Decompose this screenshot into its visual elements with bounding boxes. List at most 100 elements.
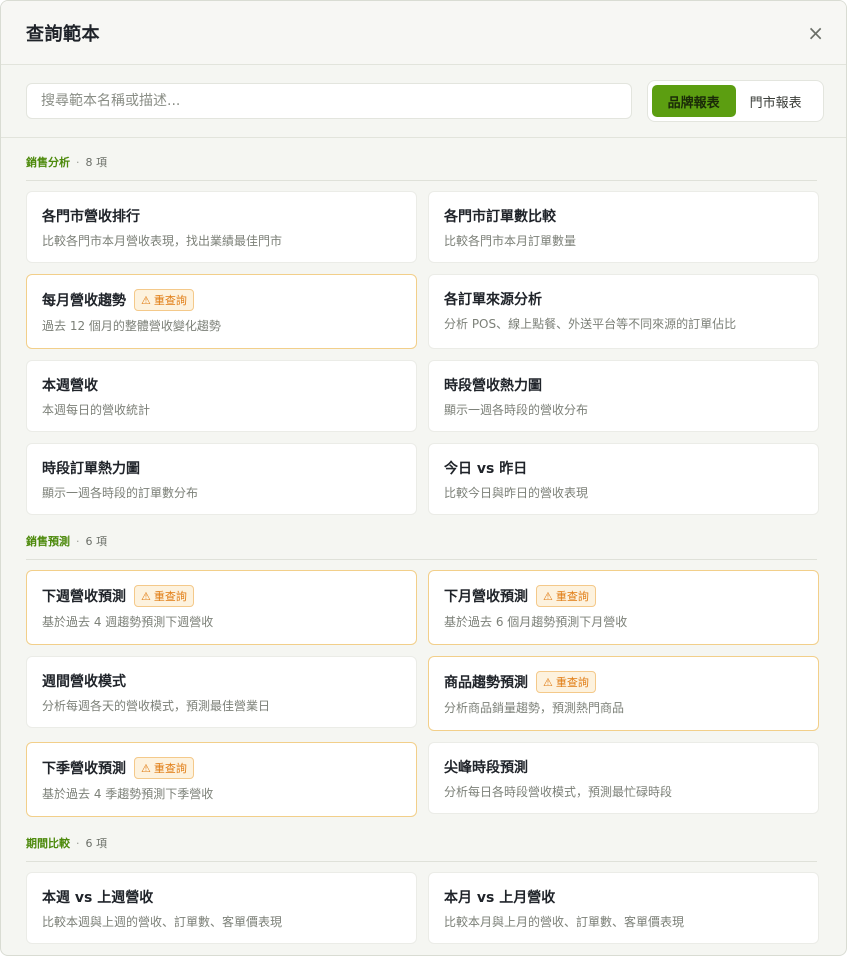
card-title: 下季營收預測 <box>42 761 126 777</box>
heavy-query-badge: ⚠ 重查詢 <box>134 757 194 779</box>
card-title: 本月 vs 上月營收 <box>444 890 556 906</box>
template-card[interactable]: 尖峰時段預測分析每日各時段營收模式，預測最忙碌時段 <box>428 742 819 814</box>
section-count: 6 項 <box>85 535 108 548</box>
section-header: 銷售預測 · 6 項 <box>26 531 817 551</box>
card-description: 本週每日的營收統計 <box>42 403 151 417</box>
template-card[interactable]: 今日 vs 昨日比較今日與昨日的營收表現 <box>428 443 819 515</box>
card-title: 本週 vs 上週營收 <box>42 890 154 906</box>
warning-icon: ⚠ <box>543 589 553 603</box>
section-divider <box>26 559 817 560</box>
template-card[interactable]: 時段訂單熱力圖顯示一週各時段的訂單數分布 <box>26 443 417 515</box>
card-title-row: 時段營收熱力圖 <box>444 375 803 395</box>
section-separator: · <box>76 155 80 169</box>
card-description: 基於過去 4 季趨勢預測下季營收 <box>42 787 214 801</box>
card-title: 時段營收熱力圖 <box>444 378 542 394</box>
card-title: 各門市訂單數比較 <box>444 209 556 225</box>
card-title-row: 今日 vs 昨日 <box>444 458 803 478</box>
section-divider <box>26 180 817 181</box>
store-report-button[interactable]: 門市報表 <box>736 85 816 117</box>
brand-report-button[interactable]: 品牌報表 <box>651 85 736 117</box>
card-title: 每月營收趨勢 <box>42 293 126 309</box>
card-description: 比較本月與上月的營收、訂單數、客單價表現 <box>444 915 685 929</box>
template-card[interactable]: 本月 vs 上月營收比較本月與上月的營收、訂單數、客單價表現 <box>428 872 819 944</box>
section-header: 期間比較 · 6 項 <box>26 833 817 853</box>
card-description: 基於過去 6 個月趨勢預測下月營收 <box>444 615 628 629</box>
modal-title: 查詢範本 <box>26 23 100 45</box>
section-count: 8 項 <box>85 156 108 169</box>
badge-label: 重查詢 <box>153 590 187 603</box>
card-description: 分析 POS、線上點餐、外送平台等不同來源的訂單佔比 <box>444 317 737 331</box>
card-description: 分析每週各天的營收模式，預測最佳營業日 <box>42 699 271 713</box>
card-title-row: 下月營收預測 ⚠ 重查詢 <box>444 585 803 607</box>
template-card[interactable]: 下月營收預測 ⚠ 重查詢基於過去 6 個月趨勢預測下月營收 <box>428 570 819 645</box>
template-card[interactable]: 週間營收模式分析每週各天的營收模式，預測最佳營業日 <box>26 656 417 728</box>
card-description: 顯示一週各時段的營收分布 <box>444 403 589 417</box>
card-title-row: 每月營收趨勢 ⚠ 重查詢 <box>42 289 401 311</box>
heavy-query-badge: ⚠ 重查詢 <box>536 585 596 607</box>
card-description: 基於過去 4 週趨勢預測下週營收 <box>42 615 214 629</box>
card-title: 週間營收模式 <box>42 674 126 690</box>
card-description: 比較各門市本月營收表現，找出業績最佳門市 <box>42 234 283 248</box>
card-title-row: 週間營收模式 <box>42 671 401 691</box>
template-card[interactable]: 各訂單來源分析分析 POS、線上點餐、外送平台等不同來源的訂單佔比 <box>428 274 819 349</box>
section-header: 銷售分析 · 8 項 <box>26 152 817 172</box>
card-title-row: 尖峰時段預測 <box>444 757 803 777</box>
section-title: 期間比較 <box>26 837 70 850</box>
card-title: 今日 vs 昨日 <box>444 461 528 477</box>
card-description: 顯示一週各時段的訂單數分布 <box>42 486 199 500</box>
heavy-query-badge: ⚠ 重查詢 <box>134 585 194 607</box>
warning-icon: ⚠ <box>141 589 151 603</box>
section-count: 6 項 <box>85 837 108 850</box>
template-card[interactable]: 每月營收趨勢 ⚠ 重查詢 過去 12 個月的整體營收變化趨勢 <box>26 274 417 349</box>
card-title: 各訂單來源分析 <box>444 292 542 308</box>
template-card[interactable]: 商品趨勢預測 ⚠ 重查詢分析商品銷量趨勢，預測熱門商品 <box>428 656 819 731</box>
badge-label: 重查詢 <box>555 590 589 603</box>
section-title: 銷售預測 <box>26 535 70 548</box>
card-title: 下週營收預測 <box>42 589 126 605</box>
card-title-row: 各門市訂單數比較 <box>444 206 803 226</box>
card-title-row: 本週營收 <box>42 375 401 395</box>
card-title: 下月營收預測 <box>444 589 528 605</box>
card-title-row: 時段訂單熱力圖 <box>42 458 401 478</box>
card-title: 尖峰時段預測 <box>444 760 528 776</box>
template-card[interactable]: 本週 vs 上週營收比較本週與上週的營收、訂單數、客單價表現 <box>26 872 417 944</box>
template-grid: 下週營收預測 ⚠ 重查詢 基於過去 4 週趨勢預測下週營收 下月營收預測 ⚠ 重查詢 基於過去… <box>26 570 819 817</box>
template-list: 銷售分析 · 8 項各門市營收排行 比較各門市本月營收表現，找出業績最佳門市 各門市訂單… <box>1 138 846 955</box>
card-description: 比較今日與昨日的營收表現 <box>444 486 589 500</box>
section-separator: · <box>76 836 80 850</box>
card-description: 比較各門市本月訂單數量 <box>444 234 577 248</box>
template-card[interactable]: 下週營收預測 ⚠ 重查詢基於過去 4 週趨勢預測下週營收 <box>26 570 417 645</box>
card-title: 商品趨勢預測 <box>444 675 528 691</box>
template-grid: 各門市營收排行 比較各門市本月營收表現，找出業績最佳門市 各門市訂單數比較 比較各門市… <box>26 191 819 515</box>
card-description: 分析商品銷量趨勢，預測熱門商品 <box>444 701 625 715</box>
card-title-row: 本月 vs 上月營收 <box>444 887 803 907</box>
card-title: 各門市營收排行 <box>42 209 140 225</box>
heavy-query-badge: ⚠ 重查詢 <box>536 671 596 693</box>
warning-icon: ⚠ <box>141 761 151 775</box>
report-type-toggle: 品牌報表 門市報表 <box>646 80 824 122</box>
warning-icon: ⚠ <box>141 293 151 307</box>
template-card[interactable]: 下季營收預測 ⚠ 重查詢基於過去 4 季趨勢預測下季營收 <box>26 742 417 817</box>
template-card[interactable]: 時段營收熱力圖顯示一週各時段的營收分布 <box>428 360 819 432</box>
badge-label: 重查詢 <box>153 762 187 775</box>
card-title-row: 商品趨勢預測 ⚠ 重查詢 <box>444 671 803 693</box>
section-title: 銷售分析 <box>26 156 70 169</box>
search-input[interactable] <box>26 83 632 119</box>
card-title-row: 下季營收預測 ⚠ 重查詢 <box>42 757 401 779</box>
card-description: 比較本週與上週的營收、訂單數、客單價表現 <box>42 915 283 929</box>
template-card[interactable]: 本週營收本週每日的營收統計 <box>26 360 417 432</box>
template-card[interactable]: 各門市訂單數比較比較各門市本月訂單數量 <box>428 191 819 263</box>
card-description: 過去 12 個月的整體營收變化趨勢 <box>42 319 221 333</box>
badge-label: 重查詢 <box>555 676 589 689</box>
section-separator: · <box>76 534 80 548</box>
close-icon[interactable]: × <box>807 23 824 43</box>
toolbar: 品牌報表 門市報表 <box>1 65 846 138</box>
card-title-row: 下週營收預測 ⚠ 重查詢 <box>42 585 401 607</box>
card-title-row: 各訂單來源分析 <box>444 289 803 309</box>
template-grid: 本週 vs 上週營收 比較本週與上週的營收、訂單數、客單價表現 本月 vs 上月營收… <box>26 872 819 944</box>
card-description: 分析每日各時段營收模式，預測最忙碌時段 <box>444 785 673 799</box>
template-card[interactable]: 各門市營收排行比較各門市本月營收表現，找出業績最佳門市 <box>26 191 417 263</box>
